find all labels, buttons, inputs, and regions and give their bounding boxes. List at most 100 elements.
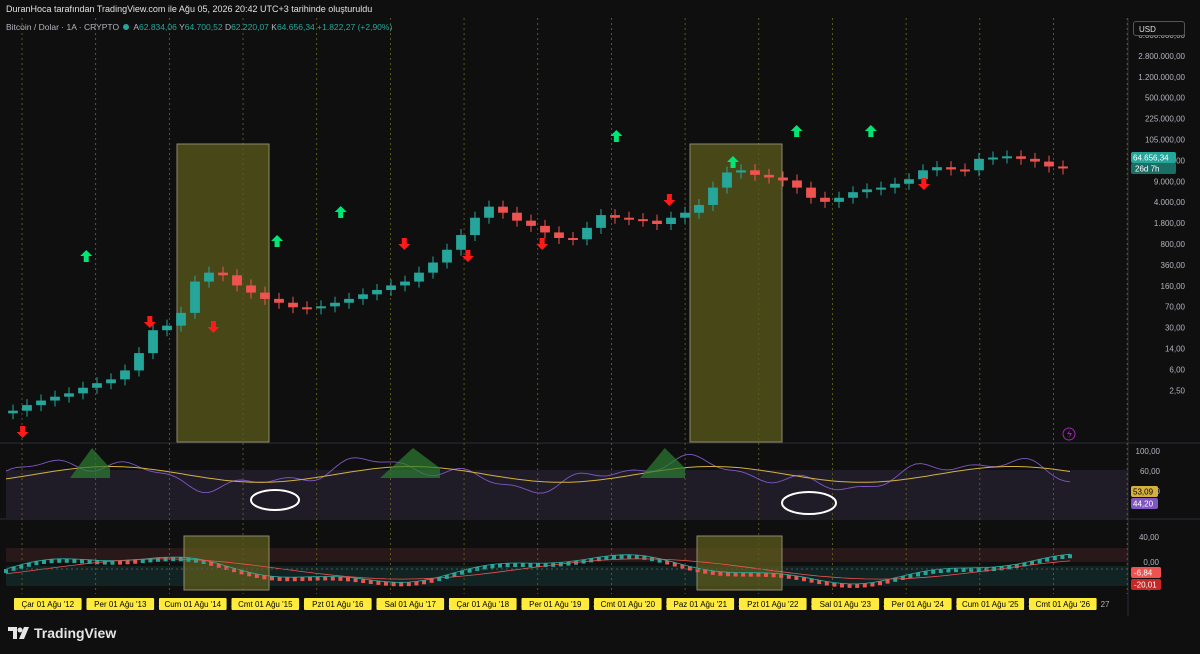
- osc-bar: [779, 573, 784, 578]
- candle: [722, 172, 732, 188]
- osc-bar: [870, 582, 875, 587]
- candle: [400, 281, 410, 286]
- osc-bar: [330, 576, 335, 581]
- osc-axis-label: 40,00: [1139, 533, 1160, 542]
- attribution-bar: DuranHoca tarafından TradingView.com ile…: [0, 0, 1200, 18]
- candle: [316, 306, 326, 309]
- candle: [526, 220, 536, 226]
- osc-bar: [353, 578, 358, 583]
- osc-bar: [57, 558, 62, 563]
- time-axis-label: Cmt 01 Ağu '15: [238, 600, 293, 609]
- osc-bar: [520, 563, 525, 568]
- candle: [1058, 166, 1068, 169]
- candle: [78, 387, 88, 394]
- osc-bar: [270, 576, 274, 581]
- osc-bar: [384, 581, 388, 586]
- osc-bar: [414, 581, 419, 586]
- candle: [498, 206, 508, 213]
- price-axis-label: 6,00: [1169, 365, 1185, 374]
- candle: [624, 217, 634, 220]
- candle: [848, 192, 858, 198]
- candle: [120, 370, 130, 380]
- footer: [0, 616, 1200, 654]
- candle: [582, 227, 592, 240]
- price-axis-label: 9.000,00: [1154, 177, 1186, 186]
- osc-bar: [528, 563, 533, 568]
- osc-bar: [543, 563, 548, 568]
- candle: [484, 206, 494, 218]
- low-value: 62.220,07: [231, 22, 269, 32]
- bear-zone-osc: [183, 535, 270, 591]
- osc-bar: [505, 563, 510, 568]
- candle: [148, 330, 158, 354]
- osc-value-1: -6,84: [1134, 569, 1153, 578]
- price-axis-label: 160,00: [1161, 282, 1186, 291]
- candle: [778, 177, 788, 181]
- candle: [890, 183, 900, 188]
- osc-bar: [969, 567, 974, 572]
- time-axis-label: Per 01 Ağu '13: [94, 600, 147, 609]
- osc-bar: [80, 559, 84, 564]
- osc-bar: [376, 580, 381, 585]
- time-axis-label: Çar 01 Ağu '18: [456, 600, 509, 609]
- candle: [750, 170, 760, 175]
- osc-bar: [619, 554, 624, 559]
- candle: [708, 187, 718, 205]
- chart-area[interactable]: 6.000.000,002.800.000,001.200.000,00500.…: [0, 18, 1200, 616]
- candle: [442, 249, 452, 263]
- candle: [960, 169, 970, 172]
- symbol-legend: Bitcoin / Dolar · 1A · CRYPTO A62.834,06…: [6, 22, 392, 32]
- candle: [610, 215, 620, 218]
- osc-bar: [64, 558, 69, 563]
- osc-bar: [718, 571, 723, 576]
- candle: [806, 187, 816, 198]
- osc-bar: [612, 555, 616, 560]
- candle: [1030, 158, 1040, 162]
- price-axis-label: 225.000,00: [1145, 115, 1186, 124]
- candle: [358, 294, 368, 299]
- candle: [974, 158, 984, 171]
- osc-bar: [627, 554, 632, 559]
- candle: [50, 396, 60, 401]
- osc-bar: [748, 572, 753, 577]
- time-axis-label: Sal 01 Ağu '23: [820, 600, 872, 609]
- chart-svg[interactable]: 6.000.000,002.800.000,001.200.000,00500.…: [0, 18, 1200, 616]
- tradingview-logo[interactable]: TradingView: [8, 625, 116, 641]
- osc-bar: [49, 559, 54, 564]
- candle: [232, 275, 242, 286]
- osc-bar: [338, 576, 343, 581]
- candle: [834, 197, 844, 202]
- time-axis-label: Çar 01 Ağu '12: [21, 600, 74, 609]
- candle: [596, 215, 606, 228]
- candle: [22, 405, 32, 411]
- time-axis-label: Cum 01 Ağu '14: [164, 600, 221, 609]
- osc-bar: [764, 572, 768, 577]
- osc-bar: [285, 577, 290, 582]
- candle: [64, 393, 74, 397]
- osc-bar: [862, 583, 867, 588]
- candle: [792, 180, 802, 188]
- candle: [204, 272, 214, 282]
- candle: [904, 179, 914, 184]
- open-value: 62.834,06: [139, 22, 177, 32]
- candle: [344, 298, 354, 303]
- candle: [470, 217, 480, 236]
- price-axis-label: 30,00: [1165, 324, 1186, 333]
- osc-bar: [315, 576, 320, 581]
- tv-logo-icon: [8, 627, 29, 639]
- candle: [218, 272, 228, 276]
- osc-bar: [710, 570, 715, 575]
- price-axis-label: 500.000,00: [1145, 94, 1186, 103]
- rsi-value: 44,20: [1133, 500, 1154, 509]
- time-axis-label: Per 01 Ağu '19: [529, 600, 582, 609]
- osc-bar: [118, 560, 122, 565]
- candle: [8, 410, 18, 414]
- time-axis-year: 27: [1101, 600, 1110, 609]
- osc-bar: [855, 583, 860, 588]
- candle: [92, 383, 102, 388]
- candle: [274, 298, 284, 303]
- candle: [862, 189, 872, 193]
- osc-bar: [756, 572, 761, 577]
- currency-button[interactable]: USD: [1133, 21, 1185, 36]
- osc-bar: [300, 577, 305, 582]
